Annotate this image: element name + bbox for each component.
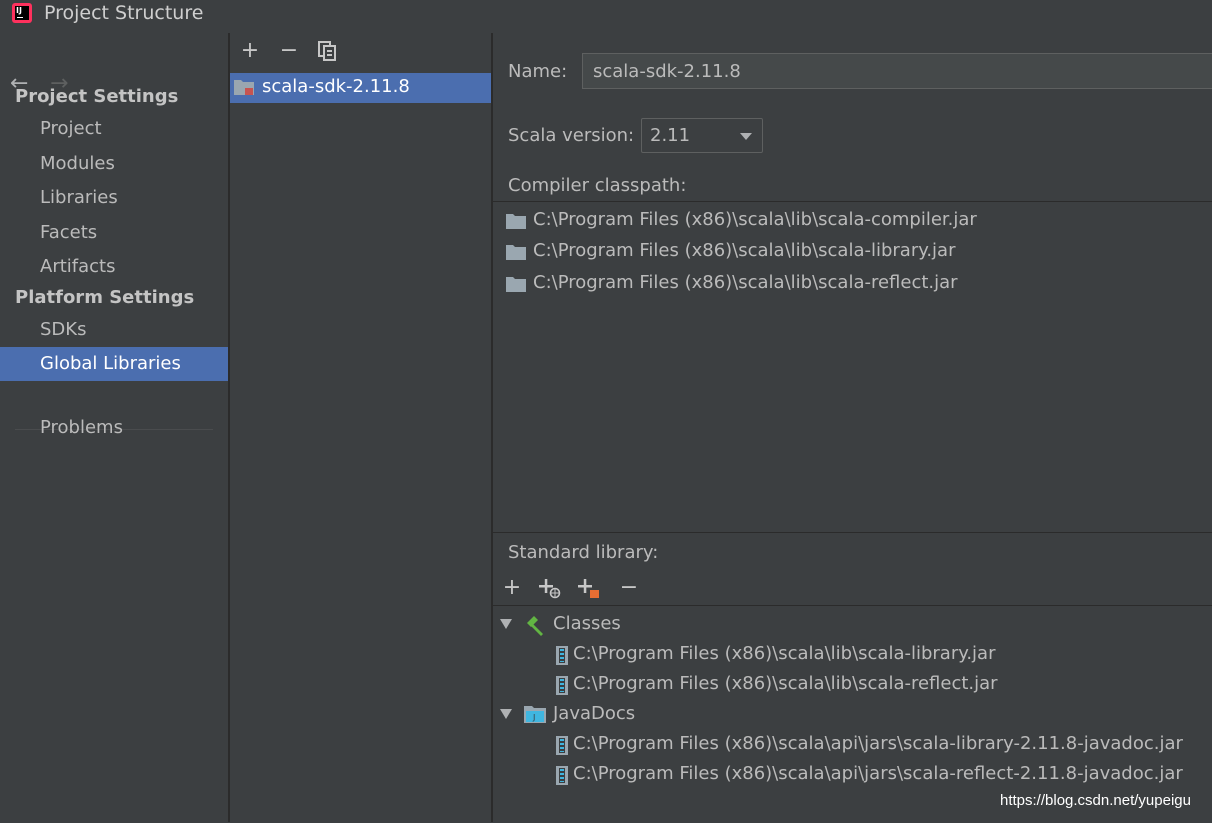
library-details: Name: Scala version: 2.11 Compiler class… xyxy=(493,33,1212,822)
scala-version-value: 2.11 xyxy=(650,125,691,146)
library-item-scala-sdk[interactable]: scala-sdk-2.11.8 xyxy=(230,73,491,103)
folder-icon xyxy=(506,214,526,229)
name-label: Name: xyxy=(508,61,568,82)
name-input[interactable] xyxy=(582,53,1212,89)
javadoc-folder-icon: J xyxy=(524,706,546,723)
hammer-icon xyxy=(527,616,543,636)
folder-icon xyxy=(506,245,526,260)
window-title: Project Structure xyxy=(44,2,204,24)
remove-library-button[interactable]: − xyxy=(278,40,300,62)
libraries-pane: + − scala-sdk-2.11.8 xyxy=(230,33,491,822)
sidebar-item-global-libraries[interactable]: Global Libraries xyxy=(0,347,228,381)
tree-node-javadocs[interactable]: J JavaDocs xyxy=(500,701,800,729)
tree-label-classes: Classes xyxy=(553,613,621,634)
tree-leaf[interactable]: C:\Program Files (x86)\scala\lib\scala-l… xyxy=(555,641,1175,669)
chevron-down-icon xyxy=(740,133,752,140)
classpath-path: C:\Program Files (x86)\scala\lib\scala-r… xyxy=(533,272,958,293)
javadoc-path: C:\Program Files (x86)\scala\api\jars\sc… xyxy=(573,733,1183,754)
standard-library-tree[interactable]: Classes C:\Program Files (x86)\scala\lib… xyxy=(493,605,1212,823)
jar-icon xyxy=(556,646,568,665)
sidebar-item-facets[interactable]: Facets xyxy=(0,216,228,250)
sidebar-item-problems[interactable]: Problems xyxy=(0,411,228,445)
expand-arrow-icon[interactable] xyxy=(500,619,512,629)
standard-library-toolbar: + − xyxy=(493,574,1212,604)
library-folder-icon xyxy=(234,80,254,95)
platform-settings-header: Platform Settings xyxy=(15,287,195,308)
copy-icon xyxy=(318,41,336,61)
remove-icon[interactable]: − xyxy=(618,577,640,599)
jar-icon xyxy=(556,676,568,695)
compiler-classpath-label: Compiler classpath: xyxy=(508,175,687,196)
sidebar-item-artifacts[interactable]: Artifacts xyxy=(0,250,228,284)
javadoc-path: C:\Program Files (x86)\scala\api\jars\sc… xyxy=(573,763,1183,784)
sidebar-item-sdks[interactable]: SDKs xyxy=(0,313,228,347)
copy-library-button[interactable] xyxy=(316,40,338,62)
tree-leaf[interactable]: C:\Program Files (x86)\scala\lib\scala-r… xyxy=(555,671,1175,699)
title-bar: IJ Project Structure xyxy=(0,0,1212,32)
project-settings-header: Project Settings xyxy=(15,86,179,107)
watermark: https://blog.csdn.net/yupeigu xyxy=(1000,792,1191,809)
scala-version-select[interactable]: 2.11 xyxy=(641,118,763,153)
classpath-path: C:\Program Files (x86)\scala\lib\scala-c… xyxy=(533,209,977,230)
classpath-path: C:\Program Files (x86)\scala\lib\scala-l… xyxy=(533,240,956,261)
standard-library-label: Standard library: xyxy=(508,542,659,563)
library-item-label: scala-sdk-2.11.8 xyxy=(262,76,410,97)
svg-text:J: J xyxy=(532,713,535,722)
sidebar-item-project[interactable]: Project xyxy=(0,112,228,146)
compiler-classpath-list[interactable]: C:\Program Files (x86)\scala\lib\scala-c… xyxy=(493,201,1212,533)
folder-icon xyxy=(506,277,526,292)
add-jar-icon[interactable] xyxy=(577,577,599,599)
scala-version-label: Scala version: xyxy=(508,125,635,146)
sidebar-item-modules[interactable]: Modules xyxy=(0,147,228,181)
intellij-icon: IJ xyxy=(12,3,32,23)
jar-icon xyxy=(556,736,568,755)
tree-node-classes[interactable]: Classes xyxy=(500,611,800,639)
sidebar-item-libraries[interactable]: Libraries xyxy=(0,181,228,215)
tree-leaf[interactable]: C:\Program Files (x86)\scala\api\jars\sc… xyxy=(555,761,1195,789)
add-icon[interactable]: + xyxy=(501,577,523,599)
jar-icon xyxy=(556,766,568,785)
tree-leaf[interactable]: C:\Program Files (x86)\scala\api\jars\sc… xyxy=(555,731,1195,759)
class-path: C:\Program Files (x86)\scala\lib\scala-l… xyxy=(573,643,996,664)
sidebar: ← → Project Settings Project Modules Lib… xyxy=(0,33,228,822)
add-from-maven-icon[interactable] xyxy=(538,577,561,599)
class-path: C:\Program Files (x86)\scala\lib\scala-r… xyxy=(573,673,998,694)
add-library-button[interactable]: + xyxy=(239,40,261,62)
tree-label-javadocs: JavaDocs xyxy=(553,703,636,724)
expand-arrow-icon[interactable] xyxy=(500,709,512,719)
